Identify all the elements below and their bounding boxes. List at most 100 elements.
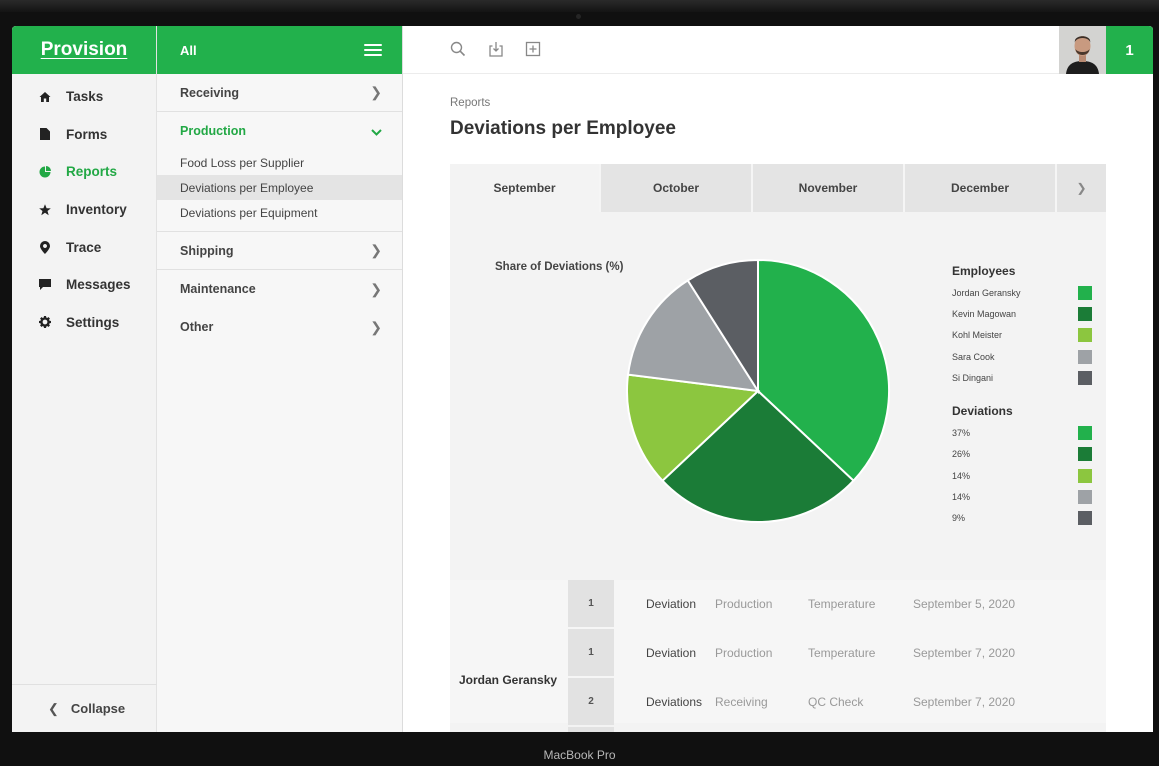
- menu-icon[interactable]: [364, 43, 382, 57]
- nav-item-reports[interactable]: Reports: [12, 153, 156, 191]
- sub-sidebar: All Receiving ❯ Production Food Loss per…: [157, 26, 403, 732]
- legend-item-deviation: 37%: [952, 422, 1092, 443]
- row-date: September 5, 2020: [913, 596, 1016, 611]
- row-area: Production: [715, 645, 773, 660]
- nav-item-forms[interactable]: Forms: [12, 116, 156, 154]
- report-panel: September October November December ❯ Sh…: [450, 164, 1106, 732]
- pie-chart-icon: [38, 165, 52, 179]
- chat-icon: [38, 278, 52, 292]
- row-check: Temperature: [808, 645, 876, 660]
- device-label: MacBook Pro: [543, 748, 616, 762]
- row-type: Deviation: [646, 596, 697, 611]
- subnav-section-production[interactable]: Production: [157, 112, 402, 150]
- tab-december[interactable]: December: [905, 164, 1057, 212]
- legend-swatch: [1078, 306, 1092, 321]
- nav-item-trace[interactable]: Trace: [12, 228, 156, 266]
- subnav-item-deviations-equipment[interactable]: Deviations per Equipment: [157, 200, 402, 225]
- chevron-right-icon: ❯: [370, 280, 382, 297]
- pie-slice-si-dingani[interactable]: [686, 258, 759, 395]
- brand-name: Provision: [40, 39, 128, 60]
- chevron-right-icon: ❯: [370, 84, 382, 100]
- main-sidebar: Provision Tasks Forms Reports Inventory: [12, 26, 157, 732]
- subnav-section-receiving[interactable]: Receiving ❯: [157, 74, 402, 112]
- laptop-top-edge: [0, 0, 1159, 12]
- tab-october[interactable]: October: [601, 164, 753, 212]
- subnav-header: All: [157, 26, 402, 74]
- table-row[interactable]: 1 Deviation Production Temperature Septe…: [568, 629, 1106, 676]
- legend-swatch: [1078, 511, 1092, 526]
- row-count: 1: [568, 580, 614, 627]
- notification-count-badge[interactable]: 1: [1106, 26, 1153, 74]
- breadcrumb[interactable]: Reports: [450, 97, 490, 109]
- page-title: Deviations per Employee: [450, 118, 676, 139]
- camera-dot: [576, 14, 581, 19]
- search-icon[interactable]: [450, 41, 466, 57]
- pie-slice-jordan-geransky[interactable]: [757, 258, 890, 483]
- row-type: Deviations: [646, 694, 703, 709]
- legend-heading-employees: Employees: [952, 264, 1016, 278]
- legend-label: Kevin Magowan: [952, 308, 1017, 319]
- nav-item-messages[interactable]: Messages: [12, 266, 156, 304]
- legend-swatch: [1078, 370, 1092, 385]
- add-icon[interactable]: [525, 41, 541, 57]
- location-pin-icon: [38, 240, 52, 254]
- nav-item-tasks[interactable]: Tasks: [12, 78, 156, 116]
- subnav-section-maintenance[interactable]: Maintenance ❯: [157, 270, 402, 308]
- legend-swatch: [1078, 426, 1092, 441]
- subnav-section-shipping[interactable]: Shipping ❯: [157, 232, 402, 270]
- legend-swatch: [1078, 468, 1092, 483]
- subnav-section-other[interactable]: Other ❯: [157, 308, 402, 346]
- gear-icon: [38, 315, 52, 329]
- brand-logo[interactable]: Provision: [12, 26, 156, 74]
- row-count: 2: [568, 678, 614, 725]
- top-bar: 1: [403, 26, 1153, 74]
- nav-item-settings[interactable]: Settings: [12, 304, 156, 342]
- legend-swatch: [1078, 447, 1092, 462]
- collapse-button[interactable]: ❮ Collapse: [12, 684, 157, 732]
- employee-name: Jordan Geransky: [459, 673, 558, 687]
- row-area: Receiving: [715, 694, 768, 709]
- laptop-bezel: Provision Tasks Forms Reports Inventory: [0, 0, 1159, 766]
- pie-slice-kohl-meister[interactable]: [626, 373, 761, 483]
- chevron-right-icon: ❯: [370, 318, 382, 335]
- nav-item-inventory[interactable]: Inventory: [12, 191, 156, 229]
- tab-september[interactable]: September: [450, 164, 601, 212]
- legend-value: 9%: [952, 513, 966, 524]
- home-icon: [38, 90, 52, 104]
- legend-swatch: [1078, 285, 1092, 300]
- chart-title: Share of Deviations (%): [495, 261, 624, 273]
- nav-label: Settings: [66, 314, 120, 330]
- main-content: Reports Deviations per Employee Septembe…: [403, 74, 1153, 732]
- subnav-item-food-loss[interactable]: Food Loss per Supplier: [157, 150, 402, 175]
- subnav-filter-all[interactable]: All: [180, 43, 197, 58]
- legend-swatch: [1078, 490, 1092, 505]
- table-row[interactable]: 1 Deviation Production Temperature Septe…: [568, 580, 1106, 627]
- nav-label: Reports: [66, 164, 118, 180]
- nav-list: Tasks Forms Reports Inventory Trace Mess…: [12, 74, 156, 341]
- row-date: September 7, 2020: [913, 645, 1016, 660]
- chart-legend: Employees Jordan Geransky Kevin Magowan Ko…: [952, 260, 1092, 529]
- table-row-partial: [568, 727, 1106, 732]
- legend-value: 26%: [952, 449, 971, 460]
- subnav-item-deviations-employee[interactable]: Deviations per Employee: [157, 175, 402, 200]
- user-avatar[interactable]: [1059, 26, 1106, 74]
- tab-november[interactable]: November: [753, 164, 905, 212]
- tabs-next-button[interactable]: ❯: [1057, 164, 1106, 212]
- legend-value: 14%: [952, 470, 971, 481]
- export-icon[interactable]: [488, 41, 504, 57]
- legend-heading-deviations: Deviations: [952, 404, 1013, 419]
- screen: Provision Tasks Forms Reports Inventory: [12, 26, 1153, 732]
- collapse-label: Collapse: [70, 701, 126, 716]
- pie-slice-sara-cook[interactable]: [626, 279, 760, 393]
- row-check: Temperature: [808, 596, 876, 611]
- section-label: Shipping: [180, 243, 234, 258]
- legend-item-employee: Sara Cook: [952, 346, 1092, 367]
- legend-item-employee: Kohl Meister: [952, 325, 1092, 346]
- legend-item-deviation: 14%: [952, 465, 1092, 486]
- row-date: September 7, 2020: [913, 694, 1016, 709]
- pie-slice-kevin-magowan[interactable]: [661, 389, 855, 523]
- nav-label: Tasks: [66, 89, 104, 105]
- table-row[interactable]: 2 Deviations Receiving QC Check Septembe…: [568, 678, 1106, 725]
- row-count: [568, 727, 614, 732]
- legend-value: 37%: [952, 428, 971, 439]
